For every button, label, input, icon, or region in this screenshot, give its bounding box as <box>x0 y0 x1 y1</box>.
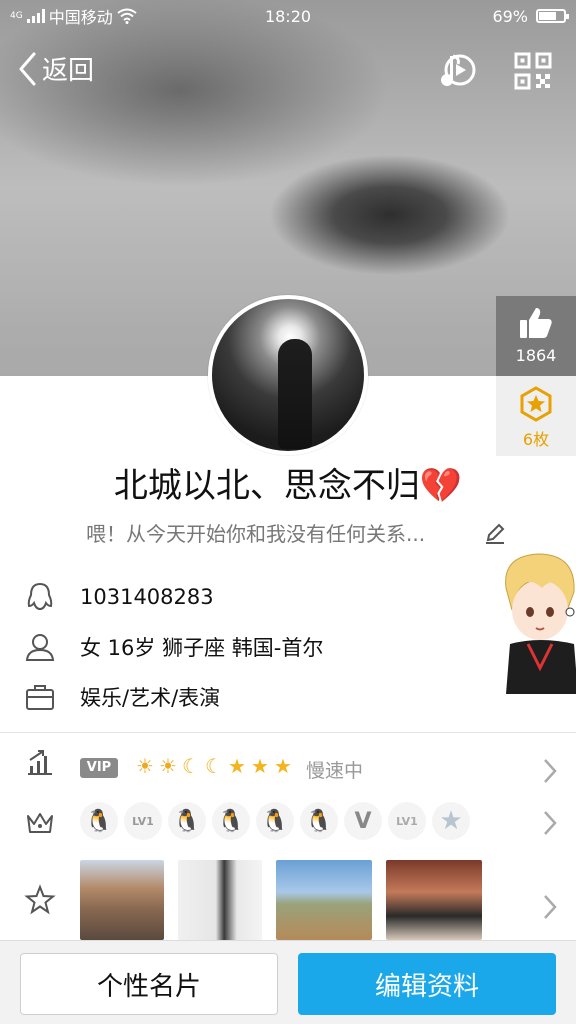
nickname: 北城以北、思念不归💔 <box>0 458 576 507</box>
penguin-crown-badge-icon: 🐧 <box>300 802 338 840</box>
chevron-left-icon <box>19 52 36 85</box>
penguin-badge-icon: 🐧 <box>80 802 118 840</box>
moon-icon: ☾ <box>182 754 200 778</box>
status-bar: 4G 中国移动 18:20 69% <box>0 0 576 32</box>
nickname-text: 北城以北、思念不归 <box>113 466 420 506</box>
photo-thumbnail[interactable] <box>276 860 372 940</box>
thumbs-up-icon <box>520 308 552 338</box>
personal-info-row[interactable]: 女 16岁 狮子座 韩国-首尔 <box>0 622 576 672</box>
battery-icon <box>536 9 569 23</box>
star-icon: ★ <box>251 754 269 778</box>
badge-list: 🐧 LV1 🐧 🐧 🐧 🐧 V LV1 ★ <box>80 802 470 840</box>
speed-status: 慢速中 <box>306 760 364 782</box>
penguin-icon <box>27 582 53 611</box>
personal-info: 女 16岁 狮子座 韩国-首尔 <box>80 636 324 660</box>
like-button[interactable]: 1864 <box>496 296 576 376</box>
level-icons: ☀ ☀ ☾ ☾ ★ ★ ★ <box>134 754 294 778</box>
signal-icon <box>26 9 45 23</box>
carrier-name: 中国移动 <box>48 8 113 27</box>
top-bar: 返回 <box>0 44 576 96</box>
moon-icon: ☾ <box>205 754 223 778</box>
qq-number: 1031408283 <box>80 585 214 609</box>
diamond-lv1-badge-icon: LV1 <box>124 802 162 840</box>
avatar-figure <box>278 339 312 449</box>
occupation: 娱乐/艺术/表演 <box>80 686 221 710</box>
star-icon: ★ <box>274 754 292 778</box>
wifi-icon <box>117 8 137 24</box>
star-badge-icon: ★ <box>432 802 470 840</box>
like-count: 1864 <box>515 346 557 365</box>
qq-number-row[interactable]: 1031408283 <box>0 572 576 622</box>
back-label: 返回 <box>42 56 95 86</box>
bottom-action-bar: 个性名片 编辑资料 <box>0 940 576 1024</box>
medal-count: 6枚 <box>522 430 550 449</box>
penguin-bolt-badge-icon: 🐧 <box>212 802 250 840</box>
status-left: 4G 中国移动 <box>10 4 492 28</box>
photo-thumbnail[interactable] <box>386 860 482 940</box>
star-outline-icon <box>24 884 56 915</box>
gem-lv1-badge-icon: LV1 <box>388 802 426 840</box>
photo-thumbnail[interactable] <box>178 860 262 940</box>
section-divider <box>0 732 576 733</box>
battery-fill <box>539 12 556 20</box>
briefcase-icon <box>26 685 54 710</box>
back-button[interactable]: 返回 <box>18 50 94 87</box>
broken-heart-icon: 💔 <box>419 466 463 506</box>
sun-icon: ☀ <box>136 754 154 778</box>
badges-row[interactable]: 🐧 LV1 🐧 🐧 🐧 🐧 V LV1 ★ <box>0 798 576 848</box>
person-icon <box>25 634 55 661</box>
avatar[interactable] <box>208 295 368 455</box>
personal-card-button[interactable]: 个性名片 <box>20 953 278 1015</box>
music-icon[interactable] <box>436 50 480 90</box>
occupation-row[interactable]: 娱乐/艺术/表演 <box>0 672 576 722</box>
level-chart-icon <box>28 750 52 775</box>
star-icon: ★ <box>228 754 246 778</box>
photo-strip <box>80 860 482 940</box>
photo-thumbnail[interactable] <box>80 860 164 940</box>
medal-icon <box>520 386 552 422</box>
vip-badge: VIP <box>80 758 118 778</box>
qr-code-icon[interactable] <box>514 52 552 90</box>
level-row[interactable]: VIP ☀ ☀ ☾ ☾ ★ ★ ★ 慢速中 <box>0 746 576 796</box>
edit-profile-button[interactable]: 编辑资料 <box>298 953 556 1015</box>
battery-percent: 69% <box>492 6 528 26</box>
cloud-v-badge-icon: V <box>344 802 382 840</box>
status-right: 69% <box>492 6 569 26</box>
network-label: 4G <box>10 10 23 21</box>
penguin-wing-badge-icon: 🐧 <box>256 802 294 840</box>
chevron-right-icon <box>544 759 557 783</box>
signature-row[interactable]: 喂！从今天开始你和我没有任何关系... <box>86 518 506 547</box>
sun-icon: ☀ <box>159 754 177 778</box>
chevron-right-icon <box>544 811 557 835</box>
crown-icon <box>27 813 53 833</box>
medal-button[interactable]: 6枚 <box>496 376 576 456</box>
chevron-right-icon <box>544 895 557 919</box>
edit-pen-icon[interactable] <box>484 522 506 544</box>
signature-text: 喂！从今天开始你和我没有任何关系... <box>86 522 426 546</box>
penguin-star-badge-icon: 🐧 <box>168 802 206 840</box>
